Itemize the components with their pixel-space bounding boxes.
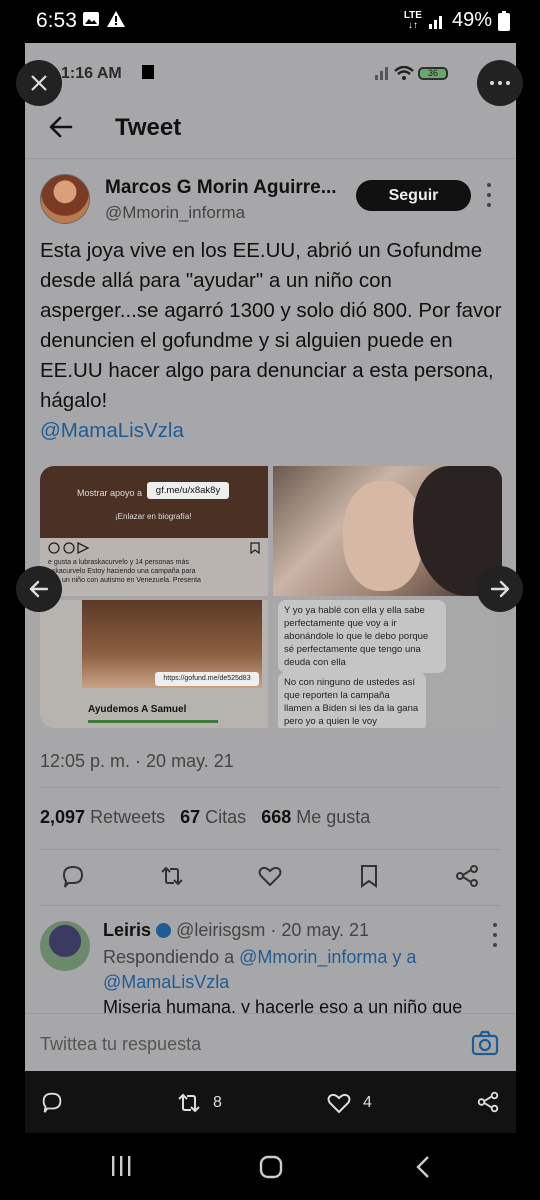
reply-context: Respondiendo a @Mmorin_informa y a @Mama…	[103, 945, 463, 995]
previous-button[interactable]	[16, 566, 62, 612]
inner-signal-icon	[375, 67, 388, 80]
more-options-button[interactable]	[477, 60, 523, 106]
next-button[interactable]	[477, 566, 523, 612]
divider	[40, 905, 501, 906]
status-bar: 6:53 LTE ↓↑ 49%	[0, 0, 540, 42]
follow-button[interactable]: Seguir	[356, 180, 471, 211]
reply-handle-date: @leirisgsm · 20 may. 21	[176, 920, 370, 940]
gofund-link: https://gofund.me/de525d83	[155, 672, 259, 686]
home-icon[interactable]	[259, 1155, 283, 1179]
reply-icon	[42, 1092, 62, 1113]
support-label: Mostrar apoyo a	[77, 488, 143, 498]
reply-compose-bar[interactable]: Twittea tu respuesta	[25, 1013, 516, 1071]
media-tile-1[interactable]: Mostrar apoyo a gf.me/u/x8ak8y ¡Enlazar …	[40, 466, 268, 596]
phone-screen: 6:53 LTE ↓↑ 49% 1:16 AM 36 Tweet Marcos …	[0, 0, 540, 1200]
tweet-stats: 2,097 Retweets 67 Citas 668 Me gusta	[40, 807, 370, 828]
reply-more-icon[interactable]	[487, 923, 503, 947]
inner-status-bar: 1:16 AM 36	[25, 43, 516, 103]
author-avatar[interactable]	[40, 174, 90, 224]
recent-apps-icon[interactable]	[110, 1155, 132, 1177]
tweet-timestamp: 12:05 p. m. · 20 may. 21	[40, 751, 234, 771]
back-arrow-icon[interactable]	[47, 113, 75, 141]
tweet-author: Marcos G Morin Aguirre... @Mmorin_inform…	[25, 171, 516, 231]
retweet-icon[interactable]	[158, 862, 186, 890]
viewer-retweet-count: 8	[213, 1094, 222, 1111]
share-icon[interactable]	[453, 862, 481, 890]
notification-icons	[82, 10, 126, 28]
share-icon	[477, 1091, 499, 1113]
arrow-right-icon	[490, 580, 510, 598]
like-icon	[327, 1093, 351, 1114]
camera-icon[interactable]	[471, 1030, 499, 1056]
viewer-action-bar: 8 4	[25, 1071, 516, 1133]
like-icon[interactable]	[256, 862, 284, 890]
status-right: LTE ↓↑ 49%	[404, 9, 510, 32]
chat-message-2: No con ninguno de ustedes así que report…	[278, 672, 426, 728]
viewer-reply-button[interactable]	[39, 1089, 65, 1115]
bio-link-label: ¡Enlazar en biografía!	[115, 512, 192, 521]
reply-author-name[interactable]: Leiris	[103, 920, 151, 940]
inner-battery: 36	[418, 66, 448, 80]
media-tile-2[interactable]	[273, 466, 502, 596]
battery-percent: 49%	[451, 9, 492, 31]
divider	[40, 787, 501, 788]
viewer-share-button[interactable]	[475, 1089, 501, 1115]
media-tile-4[interactable]: Y yo ya hablé con ella y ella sabe perfe…	[273, 600, 502, 728]
reply-tweet[interactable]: Leiris @leirisgsm · 20 may. 21 Respondie…	[25, 909, 516, 1017]
system-nav-bar	[0, 1133, 540, 1200]
gofundme-url: gf.me/u/x8ak8y	[147, 482, 229, 499]
replying-to-label: Respondiendo a	[103, 947, 235, 967]
campaign-progress-bar	[88, 720, 218, 723]
author-handle[interactable]: @Mmorin_informa	[105, 203, 245, 223]
media-tile-3[interactable]: https://gofund.me/de525d83 Ayudemos A Sa…	[40, 600, 268, 728]
inner-time: 1:16 AM	[61, 65, 122, 82]
selfie-photo	[343, 481, 423, 591]
viewer-like-button[interactable]: 4	[325, 1089, 372, 1117]
inner-wifi-icon	[394, 66, 414, 80]
arrow-left-icon	[29, 580, 49, 598]
retweets-count[interactable]: 2,097	[40, 807, 85, 827]
tweet-media-grid: Mostrar apoyo a gf.me/u/x8ak8y ¡Enlazar …	[40, 466, 502, 728]
reply-header: Leiris @leirisgsm · 20 may. 21	[103, 920, 369, 941]
retweets-label[interactable]: Retweets	[90, 807, 165, 827]
verified-icon	[156, 923, 172, 938]
divider	[40, 849, 501, 850]
likes-label[interactable]: Me gusta	[296, 807, 370, 827]
tweet-text: Esta joya vive en los EE.UU, abrió un Go…	[40, 236, 506, 446]
bookmark-icon[interactable]	[355, 862, 383, 890]
tweet-more-icon[interactable]	[481, 183, 497, 207]
author-name[interactable]: Marcos G Morin Aguirre...	[105, 177, 337, 199]
signal-icon	[428, 15, 442, 29]
battery-icon	[498, 10, 510, 31]
screenshot-viewer: 1:16 AM 36 Tweet Marcos G Morin Aguirre.…	[25, 43, 516, 1133]
viewer-retweet-button[interactable]: 8	[175, 1089, 222, 1117]
retweet-icon	[178, 1093, 200, 1113]
reply-avatar[interactable]	[40, 921, 90, 971]
tweet-header: Tweet	[25, 103, 516, 159]
reply-input[interactable]: Twittea tu respuesta	[40, 1034, 201, 1055]
campaign-title: Ayudemos A Samuel	[88, 704, 187, 715]
quotes-label[interactable]: Citas	[205, 807, 246, 827]
close-button[interactable]	[16, 60, 62, 106]
tweet-mention[interactable]: @MamaLisVzla	[40, 419, 184, 442]
viewer-like-count: 4	[363, 1094, 372, 1111]
close-icon	[31, 75, 47, 91]
page-title: Tweet	[115, 114, 182, 141]
lte-indicator: LTE ↓↑	[403, 9, 422, 31]
back-icon[interactable]	[413, 1155, 433, 1179]
instagram-post-header	[40, 466, 268, 538]
instagram-caption: e gusta a lubraskacurvelo y 14 personas …	[48, 559, 201, 584]
warning-icon	[107, 11, 125, 27]
status-time: 6:53	[36, 9, 77, 32]
image-icon	[83, 12, 99, 26]
reply-icon[interactable]	[59, 862, 87, 890]
inner-signal: 36	[374, 66, 448, 80]
inner-notification-icon	[142, 65, 154, 79]
tweet-body: Esta joya vive en los EE.UU, abrió un Go…	[40, 239, 502, 412]
likes-count[interactable]: 668	[261, 807, 291, 827]
chat-message-1: Y yo ya hablé con ella y ella sabe perfe…	[278, 600, 446, 673]
tweet-actions	[25, 858, 516, 894]
quotes-count[interactable]: 67	[180, 807, 200, 827]
instagram-actions-icon	[48, 542, 260, 554]
